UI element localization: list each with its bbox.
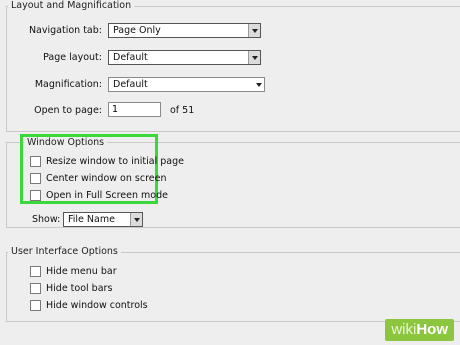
- hide-tool-bars-label: Hide tool bars: [46, 283, 113, 294]
- hide-tool-bars-checkbox[interactable]: [30, 283, 41, 294]
- center-window-label: Center window on screen: [46, 173, 167, 184]
- chevron-down-icon[interactable]: [254, 82, 264, 87]
- window-options-title: Window Options: [24, 137, 108, 148]
- chevron-down-icon[interactable]: [248, 51, 260, 64]
- show-label: Show:: [32, 214, 61, 225]
- page-layout-label: Page layout:: [43, 52, 102, 63]
- hide-window-controls-checkbox[interactable]: [30, 300, 41, 311]
- hide-window-controls-option[interactable]: Hide window controls: [30, 300, 148, 311]
- watermark-suffix: How: [416, 321, 448, 338]
- open-to-page-input[interactable]: [108, 102, 161, 117]
- page-layout-select[interactable]: Default: [108, 50, 261, 65]
- magnification-label: Magnification:: [34, 79, 102, 90]
- open-to-page-label: Open to page:: [34, 105, 102, 116]
- full-screen-option[interactable]: Open in Full Screen mode: [30, 190, 168, 201]
- hide-window-controls-label: Hide window controls: [46, 300, 148, 311]
- page-layout-value: Default: [113, 52, 148, 63]
- show-value: File Name: [68, 214, 115, 225]
- watermark-prefix: wiki: [391, 321, 417, 338]
- navigation-tab-value: Page Only: [113, 25, 161, 36]
- magnification-value: Default: [113, 79, 148, 90]
- full-screen-checkbox[interactable]: [30, 190, 41, 201]
- hide-menu-bar-label: Hide menu bar: [46, 266, 117, 277]
- chevron-down-icon[interactable]: [130, 213, 142, 226]
- ui-options-title: User Interface Options: [8, 246, 121, 257]
- chevron-down-icon[interactable]: [248, 24, 260, 37]
- center-window-option[interactable]: Center window on screen: [30, 173, 167, 184]
- layout-group-title: Layout and Magnification: [8, 0, 135, 11]
- navigation-tab-select[interactable]: Page Only: [108, 23, 261, 38]
- show-select[interactable]: File Name: [63, 212, 143, 227]
- page-count-label: of 51: [170, 105, 195, 116]
- resize-window-checkbox[interactable]: [30, 156, 41, 167]
- navigation-tab-label: Navigation tab:: [28, 25, 102, 36]
- center-window-checkbox[interactable]: [30, 173, 41, 184]
- hide-menu-bar-option[interactable]: Hide menu bar: [30, 266, 117, 277]
- resize-window-label: Resize window to initial page: [46, 156, 184, 167]
- wikihow-watermark: wikiHow: [385, 319, 454, 341]
- magnification-select[interactable]: Default: [108, 77, 265, 92]
- hide-tool-bars-option[interactable]: Hide tool bars: [30, 283, 112, 294]
- full-screen-label: Open in Full Screen mode: [46, 190, 168, 201]
- hide-menu-bar-checkbox[interactable]: [30, 266, 41, 277]
- resize-window-option[interactable]: Resize window to initial page: [30, 156, 184, 167]
